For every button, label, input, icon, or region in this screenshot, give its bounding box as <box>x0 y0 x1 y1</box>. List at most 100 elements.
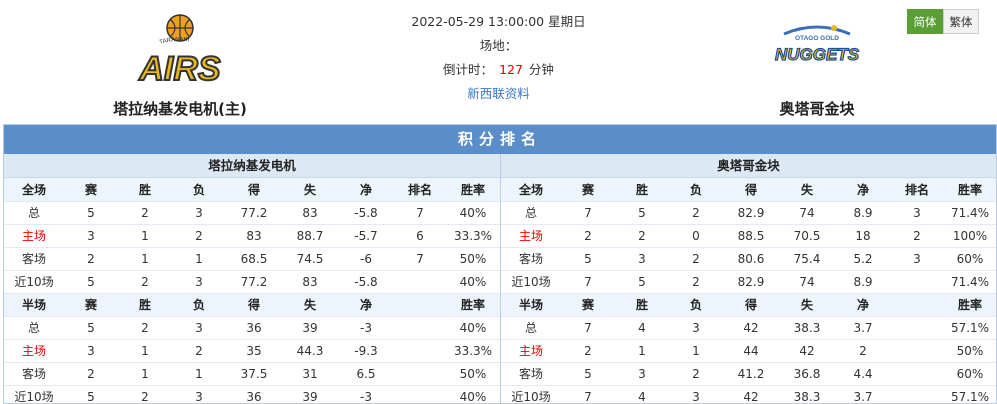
table-cell: 4 <box>615 385 669 403</box>
row-label: 总 <box>4 316 64 340</box>
language-switch: 简体 繁体 <box>907 9 979 34</box>
away-standings-table: 全场赛胜负得失净排名 胜率总 7 5 2 82.9 74 8.9 3 71.4% 主场 2 2 0 88.5… <box>501 178 996 403</box>
table-cell: 2 <box>64 362 118 386</box>
table-cell: 50% <box>446 247 500 271</box>
table-cell: 3 <box>615 247 669 271</box>
table-cell: 7 <box>561 316 615 340</box>
table-cell: 5 <box>561 247 615 271</box>
table-cell: 44.3 <box>282 339 338 363</box>
column-header: 净 <box>338 293 394 317</box>
column-header: 半场 <box>501 293 561 317</box>
table-cell: 5 <box>561 362 615 386</box>
table-cell: 36 <box>226 316 282 340</box>
column-header: 全场 <box>501 178 561 202</box>
table-cell: 7 <box>561 385 615 403</box>
table-cell: 83 <box>226 224 282 248</box>
table-cell: 3 <box>172 201 226 225</box>
table-cell: 2 <box>669 247 723 271</box>
table-cell: 60% <box>943 247 996 271</box>
table-cell: 3 <box>172 270 226 294</box>
table-cell: 3 <box>64 339 118 363</box>
table-cell: 8.9 <box>835 270 891 294</box>
table-cell: 71.4% <box>943 270 996 294</box>
table-cell: -5.7 <box>338 224 394 248</box>
column-header: 负 <box>172 293 226 317</box>
column-header: 得 <box>226 293 282 317</box>
table-cell: 4.4 <box>835 362 891 386</box>
table-cell: 77.2 <box>226 270 282 294</box>
column-header: 排名 <box>394 178 446 202</box>
match-countdown: 倒计时： 127 分钟 <box>350 58 647 82</box>
table-cell: 1 <box>669 339 723 363</box>
away-team[interactable]: OTAGO GOLD NUGGETS 奥塔哥金块 <box>697 10 937 119</box>
home-standings-title: 塔拉纳基发电机 <box>4 154 500 178</box>
column-header: 胜 <box>118 293 172 317</box>
table-cell: 3 <box>891 201 943 225</box>
match-datetime: 2022-05-29 13:00:00 星期日 <box>411 14 586 29</box>
table-cell: 35 <box>226 339 282 363</box>
table-cell: 2 <box>118 201 172 225</box>
table-row: 主场 2 2 0 88.5 70.5 18 2 100% <box>501 224 996 248</box>
table-cell: 33.3% <box>446 224 500 248</box>
table-row: 近10场 5 2 3 36 39 -3 40% <box>4 385 500 403</box>
match-info: 2022-05-29 13:00:00 星期日 场地： 倒计时： 127 分钟 新西… <box>350 10 647 106</box>
table-cell: 88.7 <box>282 224 338 248</box>
table-cell <box>394 270 446 294</box>
table-cell: 7 <box>561 270 615 294</box>
table-cell: 39 <box>282 385 338 403</box>
table-cell: 42 <box>723 316 779 340</box>
table-cell <box>394 385 446 403</box>
table-cell: 5.2 <box>835 247 891 271</box>
table-cell: 5 <box>64 385 118 403</box>
column-header: 赛 <box>64 178 118 202</box>
table-header-row: 半场赛胜负得失净 胜率 <box>501 293 996 317</box>
table-cell: 40% <box>446 316 500 340</box>
column-header: 净 <box>835 178 891 202</box>
lang-simplified-button[interactable]: 简体 <box>907 9 943 34</box>
table-cell: 18 <box>835 224 891 248</box>
table-cell: 31 <box>282 362 338 386</box>
column-header <box>394 293 446 317</box>
source-link[interactable]: 新西联资料 <box>350 82 647 106</box>
table-cell: 7 <box>394 247 446 271</box>
countdown-label: 倒计时： <box>443 62 494 77</box>
home-team[interactable]: TARANAKI AIRS 塔拉纳基发电机(主) <box>60 10 300 119</box>
table-cell: 2 <box>615 224 669 248</box>
table-cell: -5.8 <box>338 270 394 294</box>
table-cell: 36 <box>226 385 282 403</box>
table-cell: 3 <box>172 316 226 340</box>
away-team-name[interactable]: 奥塔哥金块 <box>697 98 937 119</box>
home-team-logo: TARANAKI AIRS <box>137 14 222 89</box>
table-cell: 40% <box>446 270 500 294</box>
column-header: 得 <box>723 293 779 317</box>
table-cell <box>891 270 943 294</box>
table-cell: 7 <box>394 201 446 225</box>
table-cell: 68.5 <box>226 247 282 271</box>
table-cell: 2 <box>118 270 172 294</box>
column-header: 负 <box>669 293 723 317</box>
standings-halves: 塔拉纳基发电机 全场赛胜负得失净排名 胜率总 5 2 3 77.2 83 -5.8 7 40% 主场… <box>4 154 996 403</box>
table-row: 近10场 5 2 3 77.2 83 -5.8 40% <box>4 270 500 294</box>
table-cell: 40% <box>446 201 500 225</box>
table-cell: 5 <box>615 270 669 294</box>
column-header: 得 <box>226 178 282 202</box>
row-label: 客场 <box>501 362 561 386</box>
table-cell: 38.3 <box>779 316 835 340</box>
table-cell: 5 <box>64 316 118 340</box>
table-row: 近10场 7 4 3 42 38.3 3.7 57.1% <box>501 385 996 403</box>
table-header-row: 全场赛胜负得失净排名 胜率 <box>501 178 996 202</box>
table-cell: 3 <box>669 385 723 403</box>
lang-traditional-button[interactable]: 繁体 <box>943 9 979 34</box>
row-label: 近10场 <box>4 385 64 403</box>
row-label: 主场 <box>4 224 64 248</box>
home-team-name[interactable]: 塔拉纳基发电机(主) <box>60 98 300 119</box>
column-header <box>891 293 943 317</box>
row-label: 客场 <box>4 362 64 386</box>
table-cell: 2 <box>561 339 615 363</box>
match-header: TARANAKI AIRS 塔拉纳基发电机(主) 2022-05-29 13:0… <box>0 0 997 124</box>
home-logo-arc: TARANAKI <box>159 37 190 46</box>
column-header: 失 <box>282 178 338 202</box>
table-cell: 6.5 <box>338 362 394 386</box>
table-cell: 42 <box>723 385 779 403</box>
table-cell: 3 <box>172 385 226 403</box>
